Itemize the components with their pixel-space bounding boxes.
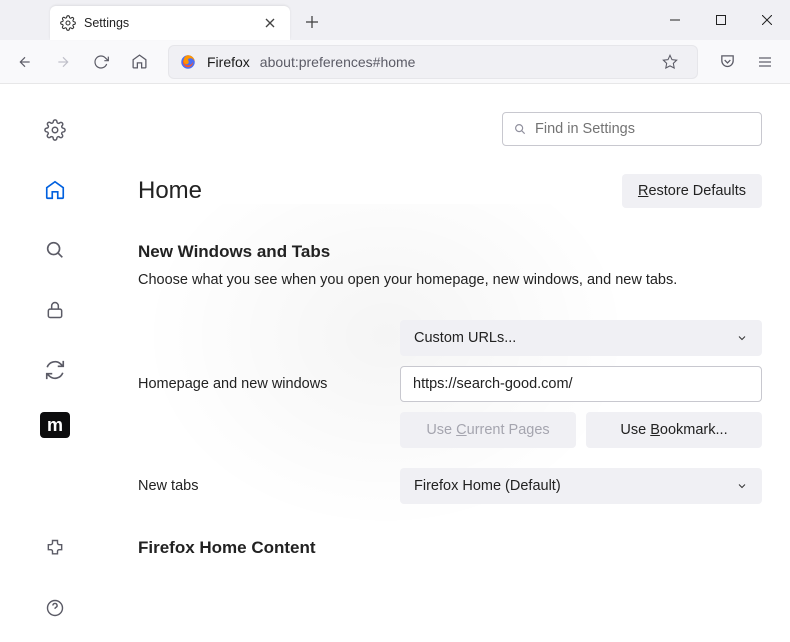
settings-sidebar: m — [0, 84, 110, 642]
sidebar-item-extensions[interactable] — [37, 530, 73, 566]
url-bar[interactable]: Firefox about:preferences#home — [168, 45, 698, 79]
firefox-logo-icon — [179, 53, 197, 71]
sidebar-item-home[interactable] — [37, 172, 73, 208]
page-title: Home — [138, 177, 202, 205]
close-tab-button[interactable] — [260, 13, 280, 33]
section-desc-windows-tabs: Choose what you see when you open your h… — [138, 270, 762, 290]
forward-button[interactable] — [46, 45, 80, 79]
search-placeholder: Find in Settings — [535, 121, 635, 137]
sidebar-item-help[interactable] — [37, 590, 73, 626]
sidebar-item-search[interactable] — [37, 232, 73, 268]
search-icon — [513, 122, 527, 136]
homepage-mode-value: Custom URLs... — [414, 330, 516, 346]
reload-button[interactable] — [84, 45, 118, 79]
app-menu-button[interactable] — [748, 45, 782, 79]
restore-defaults-button[interactable]: Restore Defaults — [622, 174, 762, 208]
use-bookmark-button[interactable]: Use Bookmark... — [586, 412, 762, 448]
homepage-url-input[interactable] — [400, 366, 762, 402]
back-button[interactable] — [8, 45, 42, 79]
section-title-windows-tabs: New Windows and Tabs — [138, 242, 762, 262]
sidebar-item-more-from-mozilla[interactable]: m — [40, 412, 70, 438]
tab-title: Settings — [84, 16, 252, 30]
tab-settings[interactable]: Settings — [50, 6, 290, 40]
minimize-button[interactable] — [652, 0, 698, 40]
bookmark-star-button[interactable] — [653, 45, 687, 79]
new-tab-button[interactable] — [296, 6, 328, 38]
section-title-home-content: Firefox Home Content — [138, 538, 762, 558]
sidebar-item-privacy[interactable] — [37, 292, 73, 328]
gear-icon — [60, 15, 76, 31]
urlbar-firefox-label: Firefox — [207, 54, 250, 70]
use-current-pages-button[interactable]: Use Current Pages — [400, 412, 576, 448]
mozilla-m-icon: m — [47, 415, 63, 436]
sidebar-item-general[interactable] — [37, 112, 73, 148]
chevron-down-icon — [736, 332, 748, 344]
newtabs-label: New tabs — [138, 478, 388, 494]
settings-search-input[interactable]: Find in Settings — [502, 112, 762, 146]
homepage-label: Homepage and new windows — [138, 320, 388, 392]
sidebar-item-sync[interactable] — [37, 352, 73, 388]
pocket-button[interactable] — [710, 45, 744, 79]
home-button[interactable] — [122, 45, 156, 79]
chevron-down-icon — [736, 480, 748, 492]
close-window-button[interactable] — [744, 0, 790, 40]
newtabs-mode-select[interactable]: Firefox Home (Default) — [400, 468, 762, 504]
urlbar-url-text: about:preferences#home — [260, 54, 643, 70]
toolbar: Firefox about:preferences#home — [0, 40, 790, 84]
maximize-button[interactable] — [698, 0, 744, 40]
main-content: Find in Settings Home Restore Defaults N… — [110, 84, 790, 642]
newtabs-mode-value: Firefox Home (Default) — [414, 478, 561, 494]
homepage-mode-select[interactable]: Custom URLs... — [400, 320, 762, 356]
